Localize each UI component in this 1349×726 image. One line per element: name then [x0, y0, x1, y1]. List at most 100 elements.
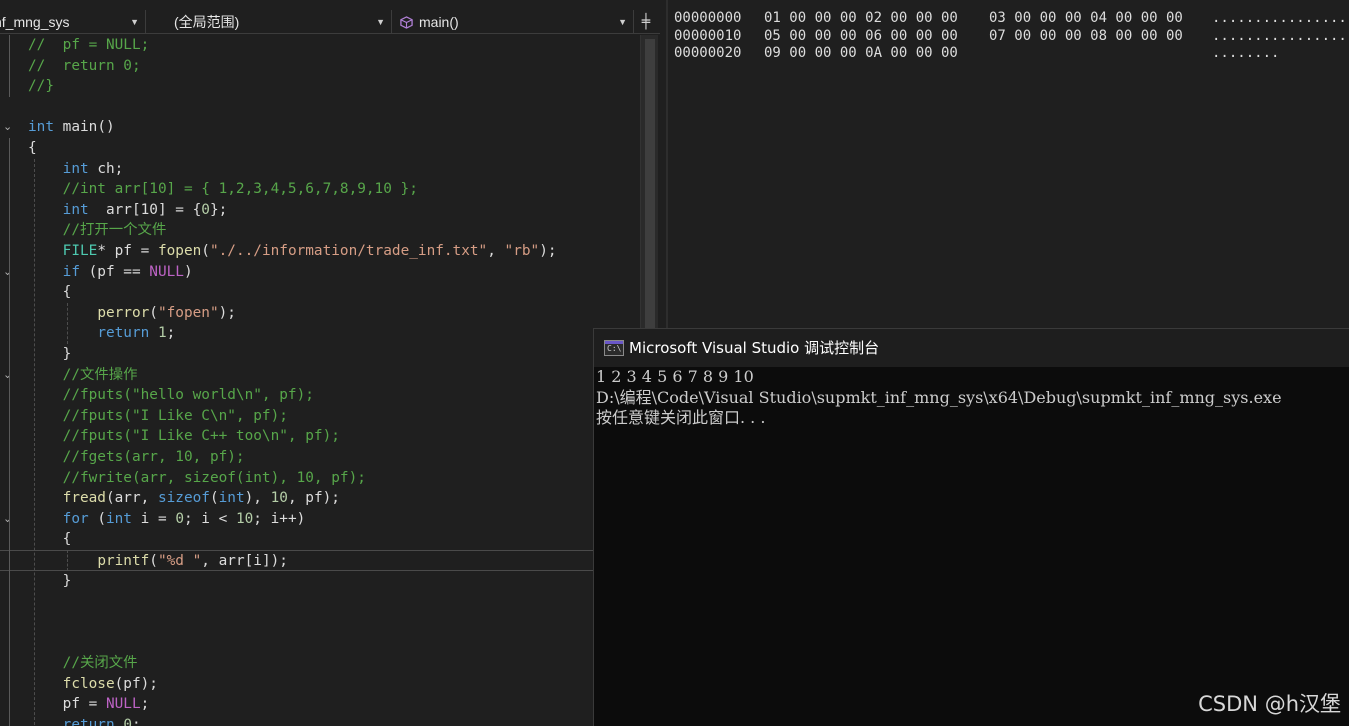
code-line[interactable]: int ch;: [0, 159, 640, 180]
fold-toggle-icon[interactable]: ⌄: [3, 117, 15, 137]
code-line[interactable]: // pf = NULL;: [0, 35, 640, 56]
code-line[interactable]: fread(arr, sizeof(int), 10, pf);: [0, 488, 640, 509]
code-token: };: [209, 201, 228, 218]
code-text: //fwrite(arr, sizeof(int), 10, pf);: [28, 468, 366, 489]
code-line[interactable]: ⌄ if (pf == NULL): [0, 262, 640, 283]
code-line[interactable]: FILE* pf = fopen("./../information/trade…: [0, 241, 640, 262]
debug-console-window[interactable]: C:\ Microsoft Visual Studio 调试控制台 1 2 3 …: [593, 328, 1349, 726]
code-line[interactable]: perror("fopen");: [0, 303, 640, 324]
code-token: ),: [244, 490, 271, 507]
code-line[interactable]: ⌄ //文件操作: [0, 365, 640, 386]
code-text: //fputs("I Like C\n", pf);: [28, 406, 288, 427]
code-text: // return 0;: [28, 56, 141, 77]
code-token: "./../information/trade_inf.txt": [209, 243, 488, 259]
code-line[interactable]: {: [0, 282, 640, 303]
memory-ascii: ................: [1212, 10, 1347, 26]
code-token: {: [28, 140, 37, 156]
code-line[interactable]: //}: [0, 76, 640, 97]
code-line[interactable]: [0, 97, 640, 118]
code-line[interactable]: printf("%d ", arr[i]);: [0, 550, 640, 571]
code-line[interactable]: return 1;: [0, 323, 640, 344]
function-cube-icon: [400, 16, 413, 29]
code-token: fopen: [157, 243, 202, 259]
console-output-line: D:\编程\Code\Visual Studio\supmkt_inf_mng_…: [596, 387, 1282, 407]
code-token: fclose: [62, 675, 115, 692]
console-output-line: 按任意键关闭此窗口. . .: [596, 408, 766, 427]
code-token: ;: [131, 716, 141, 726]
code-token: , pf);: [287, 490, 340, 507]
code-line[interactable]: int arr[10] = {0};: [0, 200, 640, 221]
code-line[interactable]: //关闭文件: [0, 653, 640, 674]
code-line[interactable]: //fputs("I Like C\n", pf);: [0, 406, 640, 427]
code-line[interactable]: ⌄ for (int i = 0; i < 10; i++): [0, 509, 640, 530]
code-token: perror: [97, 304, 150, 321]
code-token: // return 0;: [28, 57, 141, 74]
code-token: (arr,: [105, 490, 158, 507]
console-title: Microsoft Visual Studio 调试控制台: [629, 339, 880, 357]
code-text: int main(): [28, 117, 115, 138]
code-line[interactable]: {: [0, 529, 640, 550]
code-token: int: [62, 160, 89, 177]
function-dropdown-label: main(): [419, 14, 459, 30]
code-line[interactable]: [0, 612, 640, 633]
code-token: i =: [131, 510, 176, 527]
code-line[interactable]: }: [0, 344, 640, 365]
memory-address: 00000020: [674, 45, 742, 61]
fold-guide-line: [9, 35, 10, 97]
code-token: return: [62, 716, 115, 726]
code-token: main(): [54, 119, 115, 136]
project-dropdown[interactable]: nf_mng_sys ▼: [0, 10, 146, 34]
code-token: pf =: [28, 696, 106, 713]
project-dropdown-label: nf_mng_sys: [0, 14, 70, 30]
code-line[interactable]: // return 0;: [0, 56, 640, 77]
code-editor-pane[interactable]: nf_mng_sys ▼ (全局范围) ▼ main() ▼ ╪ // pf =…: [0, 0, 660, 726]
code-token: , arr[i]);: [201, 553, 288, 569]
code-text: //关闭文件: [28, 653, 138, 674]
code-line[interactable]: pf = NULL;: [0, 694, 640, 715]
code-line[interactable]: fclose(pf);: [0, 674, 640, 695]
code-token: ch;: [88, 160, 124, 177]
code-line[interactable]: return 0;: [0, 715, 640, 726]
dropdown-arrow-icon: ▼: [376, 17, 385, 27]
code-token: int: [28, 119, 54, 136]
memory-bytes: 03 00 00 00 04 00 00 00: [989, 10, 1183, 26]
scope-dropdown[interactable]: (全局范围) ▼: [148, 10, 392, 34]
code-area[interactable]: // pf = NULL; // return 0; //} ⌄ int main() {…: [0, 35, 660, 726]
code-line[interactable]: //fputs("I Like C++ too\n", pf);: [0, 426, 640, 447]
console-app-icon: C:\: [604, 340, 624, 356]
function-dropdown[interactable]: main() ▼: [394, 10, 634, 34]
code-line[interactable]: ⌄ int main(): [0, 117, 640, 138]
code-token: //打开一个文件: [62, 222, 167, 239]
dropdown-arrow-icon: ▼: [618, 17, 627, 27]
code-token: //int arr[10] = { 1,2,3,4,5,6,7,8,9,10 }…: [62, 181, 418, 198]
code-token: * pf =: [97, 243, 158, 259]
console-output-line: 1 2 3 4 5 6 7 8 9 10: [596, 367, 754, 386]
code-line[interactable]: [0, 591, 640, 612]
console-title-bar[interactable]: C:\ Microsoft Visual Studio 调试控制台: [594, 329, 1349, 367]
editor-scroll-thumb[interactable]: [645, 39, 655, 369]
code-token: ;: [166, 325, 176, 342]
code-token: ; i <: [183, 510, 236, 527]
split-editor-icon[interactable]: ╪: [636, 10, 656, 34]
code-line[interactable]: [0, 632, 640, 653]
code-line[interactable]: }: [0, 571, 640, 592]
code-text: int arr[10] = {0};: [28, 200, 228, 221]
code-text: fclose(pf);: [28, 674, 158, 695]
code-text: return 1;: [28, 323, 175, 344]
code-line[interactable]: //打开一个文件: [0, 220, 640, 241]
code-line[interactable]: {: [0, 138, 640, 159]
code-token: //}: [28, 78, 54, 95]
code-line[interactable]: //int arr[10] = { 1,2,3,4,5,6,7,8,9,10 }…: [0, 179, 640, 200]
code-token: (pf ==: [79, 263, 150, 280]
code-line[interactable]: //fwrite(arr, sizeof(int), 10, pf);: [0, 468, 640, 489]
code-line[interactable]: //fgets(arr, 10, pf);: [0, 447, 640, 468]
code-token: arr[10] = {: [88, 201, 202, 218]
code-text: //fgets(arr, 10, pf);: [28, 447, 245, 468]
code-token: );: [218, 304, 236, 321]
code-token: ; i++): [253, 510, 306, 527]
code-token: fread: [62, 490, 106, 507]
code-token: //fwrite(arr, sizeof(int), 10, pf);: [62, 469, 366, 486]
code-token: 1: [157, 325, 167, 342]
code-line[interactable]: //fputs("hello world\n", pf);: [0, 385, 640, 406]
